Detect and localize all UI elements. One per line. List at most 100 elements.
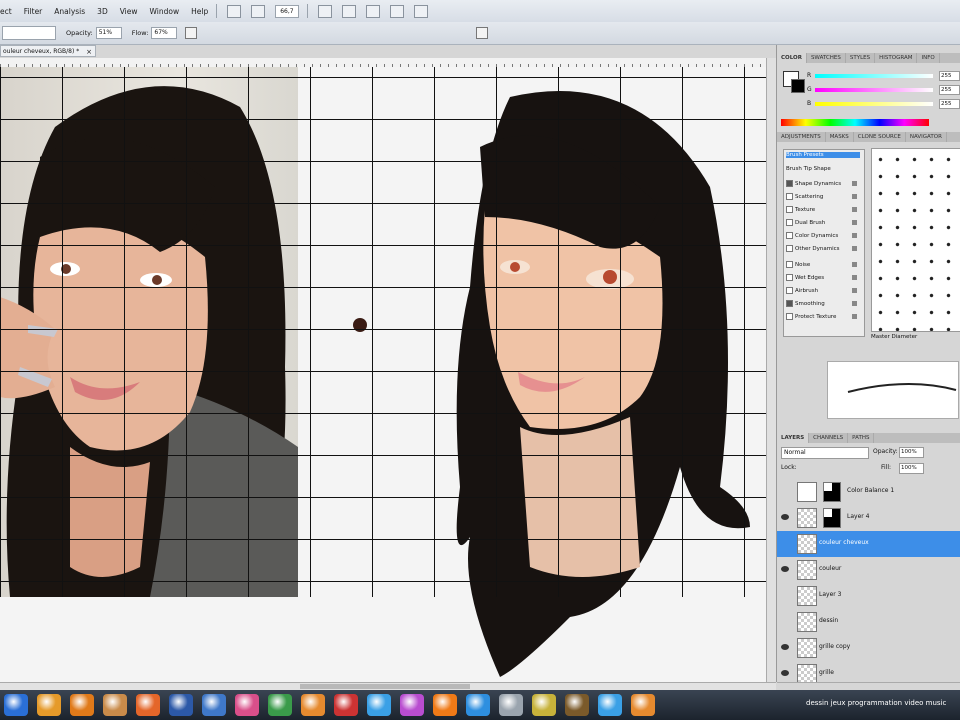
taskbar-app-icon[interactable] — [103, 694, 127, 716]
layer-row-grille-copy[interactable]: grille copy — [777, 635, 960, 662]
protect-texture-item[interactable]: Protect Texture — [786, 313, 857, 320]
layer-row-grille[interactable]: grille — [777, 661, 960, 683]
shape-dynamics-item[interactable]: Shape Dynamics — [786, 180, 857, 187]
menu-view[interactable]: View — [120, 7, 138, 16]
launch-bridge-icon[interactable] — [227, 4, 242, 18]
noise-item[interactable]: Noise — [786, 261, 857, 268]
airbrush-toggle-icon[interactable] — [185, 27, 198, 39]
taskbar-app-icon[interactable] — [499, 694, 523, 716]
layer-opacity-input[interactable]: 100% — [899, 447, 924, 458]
tab-adjustments[interactable]: ADJUSTMENTS — [777, 132, 826, 142]
checkbox[interactable] — [786, 206, 793, 213]
taskbar-app-icon[interactable] — [565, 694, 589, 716]
checkbox[interactable] — [786, 193, 793, 200]
brush-presets-item[interactable]: Brush Presets — [786, 152, 860, 158]
tool-preset-picker[interactable] — [2, 26, 56, 40]
tab-color[interactable]: COLOR — [777, 53, 807, 63]
checkbox[interactable] — [786, 261, 793, 268]
tab-styles[interactable]: STYLES — [846, 53, 876, 63]
taskbar-app-icon[interactable] — [631, 694, 655, 716]
checkbox[interactable] — [786, 287, 793, 294]
taskbar-app-icon[interactable] — [235, 694, 259, 716]
tab-channels[interactable]: CHANNELS — [809, 433, 849, 443]
taskbar-app-icon[interactable] — [466, 694, 490, 716]
tab-histogram[interactable]: HISTOGRAM — [875, 53, 918, 63]
checkbox[interactable] — [786, 274, 793, 281]
layer-row-layer-3[interactable]: Layer 3 — [777, 583, 960, 610]
taskbar-app-icon[interactable] — [400, 694, 424, 716]
rotate-view-icon[interactable] — [365, 4, 380, 18]
visibility-eye-icon[interactable] — [781, 670, 789, 676]
b-value[interactable]: 255 — [939, 99, 960, 109]
taskbar-app-icon[interactable] — [202, 694, 226, 716]
tab-layers[interactable]: LAYERS — [777, 433, 810, 443]
checkbox[interactable] — [786, 300, 793, 307]
taskbar-app-icon[interactable] — [598, 694, 622, 716]
close-tab-icon[interactable]: × — [86, 46, 92, 56]
blend-mode-select[interactable]: Normal — [781, 447, 869, 459]
arrange-documents-icon[interactable] — [251, 4, 266, 18]
layer-row-layer-4[interactable]: Layer 4 — [777, 505, 960, 532]
document-canvas[interactable] — [0, 67, 766, 682]
tab-swatches[interactable]: SWATCHES — [807, 53, 846, 63]
taskbar-app-icon[interactable] — [433, 694, 457, 716]
color-dynamics-item[interactable]: Color Dynamics — [786, 232, 857, 239]
tablet-pressure-icon[interactable] — [476, 27, 488, 39]
scattering-item[interactable]: Scattering — [786, 193, 857, 200]
taskbar-app-icon[interactable] — [532, 694, 556, 716]
taskbar-app-icon[interactable] — [367, 694, 391, 716]
tab-navigator[interactable]: NAVIGATOR — [906, 132, 947, 142]
visibility-eye-icon[interactable] — [781, 644, 789, 650]
taskbar-app-icon[interactable] — [268, 694, 292, 716]
layer-row-color-balance[interactable]: Color Balance 1 — [777, 479, 960, 506]
b-slider[interactable] — [815, 102, 933, 106]
document-tab[interactable]: ouleur cheveux, RGB/8) * × — [0, 45, 96, 57]
layer-row-couleur-cheveux[interactable]: couleur cheveux — [777, 531, 960, 558]
screen-mode-icon[interactable] — [413, 4, 428, 18]
g-value[interactable]: 255 — [939, 85, 960, 95]
checkbox[interactable] — [786, 245, 793, 252]
menu-filter[interactable]: Filter — [24, 7, 43, 16]
zoom-tool-icon[interactable] — [341, 4, 356, 18]
menu-select[interactable]: ect — [0, 7, 12, 16]
checkbox[interactable] — [786, 219, 793, 226]
texture-item[interactable]: Texture — [786, 206, 857, 213]
taskbar-app-icon[interactable] — [334, 694, 358, 716]
tab-clone-source[interactable]: CLONE SOURCE — [854, 132, 906, 142]
hand-tool-icon[interactable] — [317, 4, 332, 18]
scroll-thumb[interactable] — [300, 684, 470, 689]
visibility-eye-icon[interactable] — [781, 514, 789, 520]
menu-help[interactable]: Help — [191, 7, 208, 16]
opacity-input[interactable]: 51% — [95, 27, 122, 39]
menu-analysis[interactable]: Analysis — [54, 7, 85, 16]
checkbox[interactable] — [786, 232, 793, 239]
r-value[interactable]: 255 — [939, 71, 960, 81]
dual-brush-item[interactable]: Dual Brush — [786, 219, 857, 226]
wet-edges-item[interactable]: Wet Edges — [786, 274, 857, 281]
brush-preset-grid[interactable] — [871, 148, 960, 332]
visibility-eye-icon[interactable] — [781, 566, 789, 572]
taskbar-app-icon[interactable] — [70, 694, 94, 716]
tab-paths[interactable]: PATHS — [848, 433, 875, 443]
layer-row-dessin[interactable]: dessin — [777, 609, 960, 636]
taskbar-folder-label[interactable]: dessin jeux programmation video music — [806, 699, 946, 707]
smoothing-item[interactable]: Smoothing — [786, 300, 857, 307]
flow-input[interactable]: 67% — [151, 27, 178, 39]
other-dynamics-item[interactable]: Other Dynamics — [786, 245, 857, 252]
zoom-level-select[interactable]: 66,7 — [275, 4, 299, 18]
layer-row-couleur[interactable]: couleur — [777, 557, 960, 584]
taskbar-app-icon[interactable] — [301, 694, 325, 716]
taskbar-app-icon[interactable] — [4, 694, 28, 716]
background-color-swatch[interactable] — [791, 79, 805, 93]
color-spectrum-bar[interactable] — [781, 119, 929, 126]
tab-info[interactable]: INFO — [917, 53, 940, 63]
airbrush-item[interactable]: Airbrush — [786, 287, 857, 294]
checkbox[interactable] — [786, 180, 793, 187]
tab-masks[interactable]: MASKS — [826, 132, 854, 142]
taskbar-app-icon[interactable] — [136, 694, 160, 716]
taskbar-app-icon[interactable] — [169, 694, 193, 716]
extras-icon[interactable] — [389, 4, 404, 18]
menu-3d[interactable]: 3D — [97, 7, 108, 16]
g-slider[interactable] — [815, 88, 933, 92]
r-slider[interactable] — [815, 74, 933, 78]
